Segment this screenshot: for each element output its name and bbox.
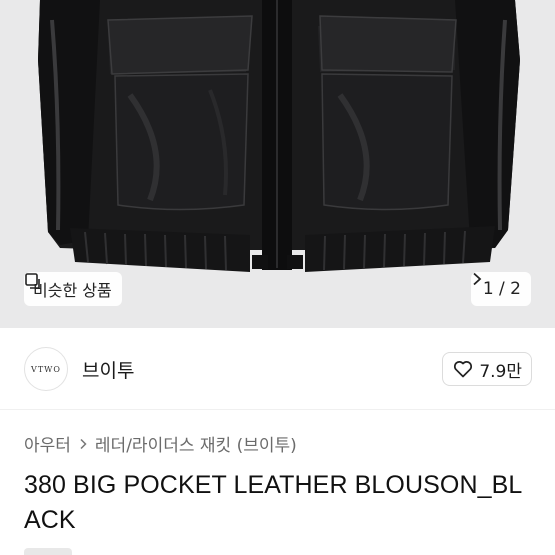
product-title: 380 BIG POCKET LEATHER BLOUSON_BLACK [24, 471, 523, 534]
image-pager[interactable]: 1 / 2 [470, 272, 531, 306]
store-row: VTWO 브이투 7.9만 [24, 346, 532, 392]
breadcrumb-leather-rider-jacket[interactable]: 레더/라이더스 재킷 (브이투) [95, 431, 297, 456]
store-logo[interactable]: VTWO [24, 347, 68, 391]
badge-peek [24, 548, 72, 555]
chevron-right-icon [80, 438, 87, 449]
breadcrumb-outer[interactable]: 아우터 [24, 431, 71, 456]
similar-products-button[interactable]: 비슷한 상품 [24, 272, 122, 306]
chevron-right-icon [473, 272, 482, 286]
category-breadcrumb: 아우터 레더/라이더스 재킷 (브이투) [24, 431, 297, 456]
product-image-carousel[interactable]: 비슷한 상품 1 / 2 [0, 0, 555, 328]
section-divider [0, 409, 555, 410]
similar-products-label: 비슷한 상품 [33, 281, 112, 300]
heart-icon [454, 361, 473, 378]
image-page-indicator: 1 / 2 [482, 279, 521, 299]
store-logo-text: VTWO [31, 364, 61, 374]
copy-icon [25, 273, 40, 289]
store-like-count: 7.9만 [479, 361, 522, 382]
store-like-button[interactable]: 7.9만 [442, 352, 532, 386]
store-name-link[interactable]: 브이투 [82, 356, 134, 383]
